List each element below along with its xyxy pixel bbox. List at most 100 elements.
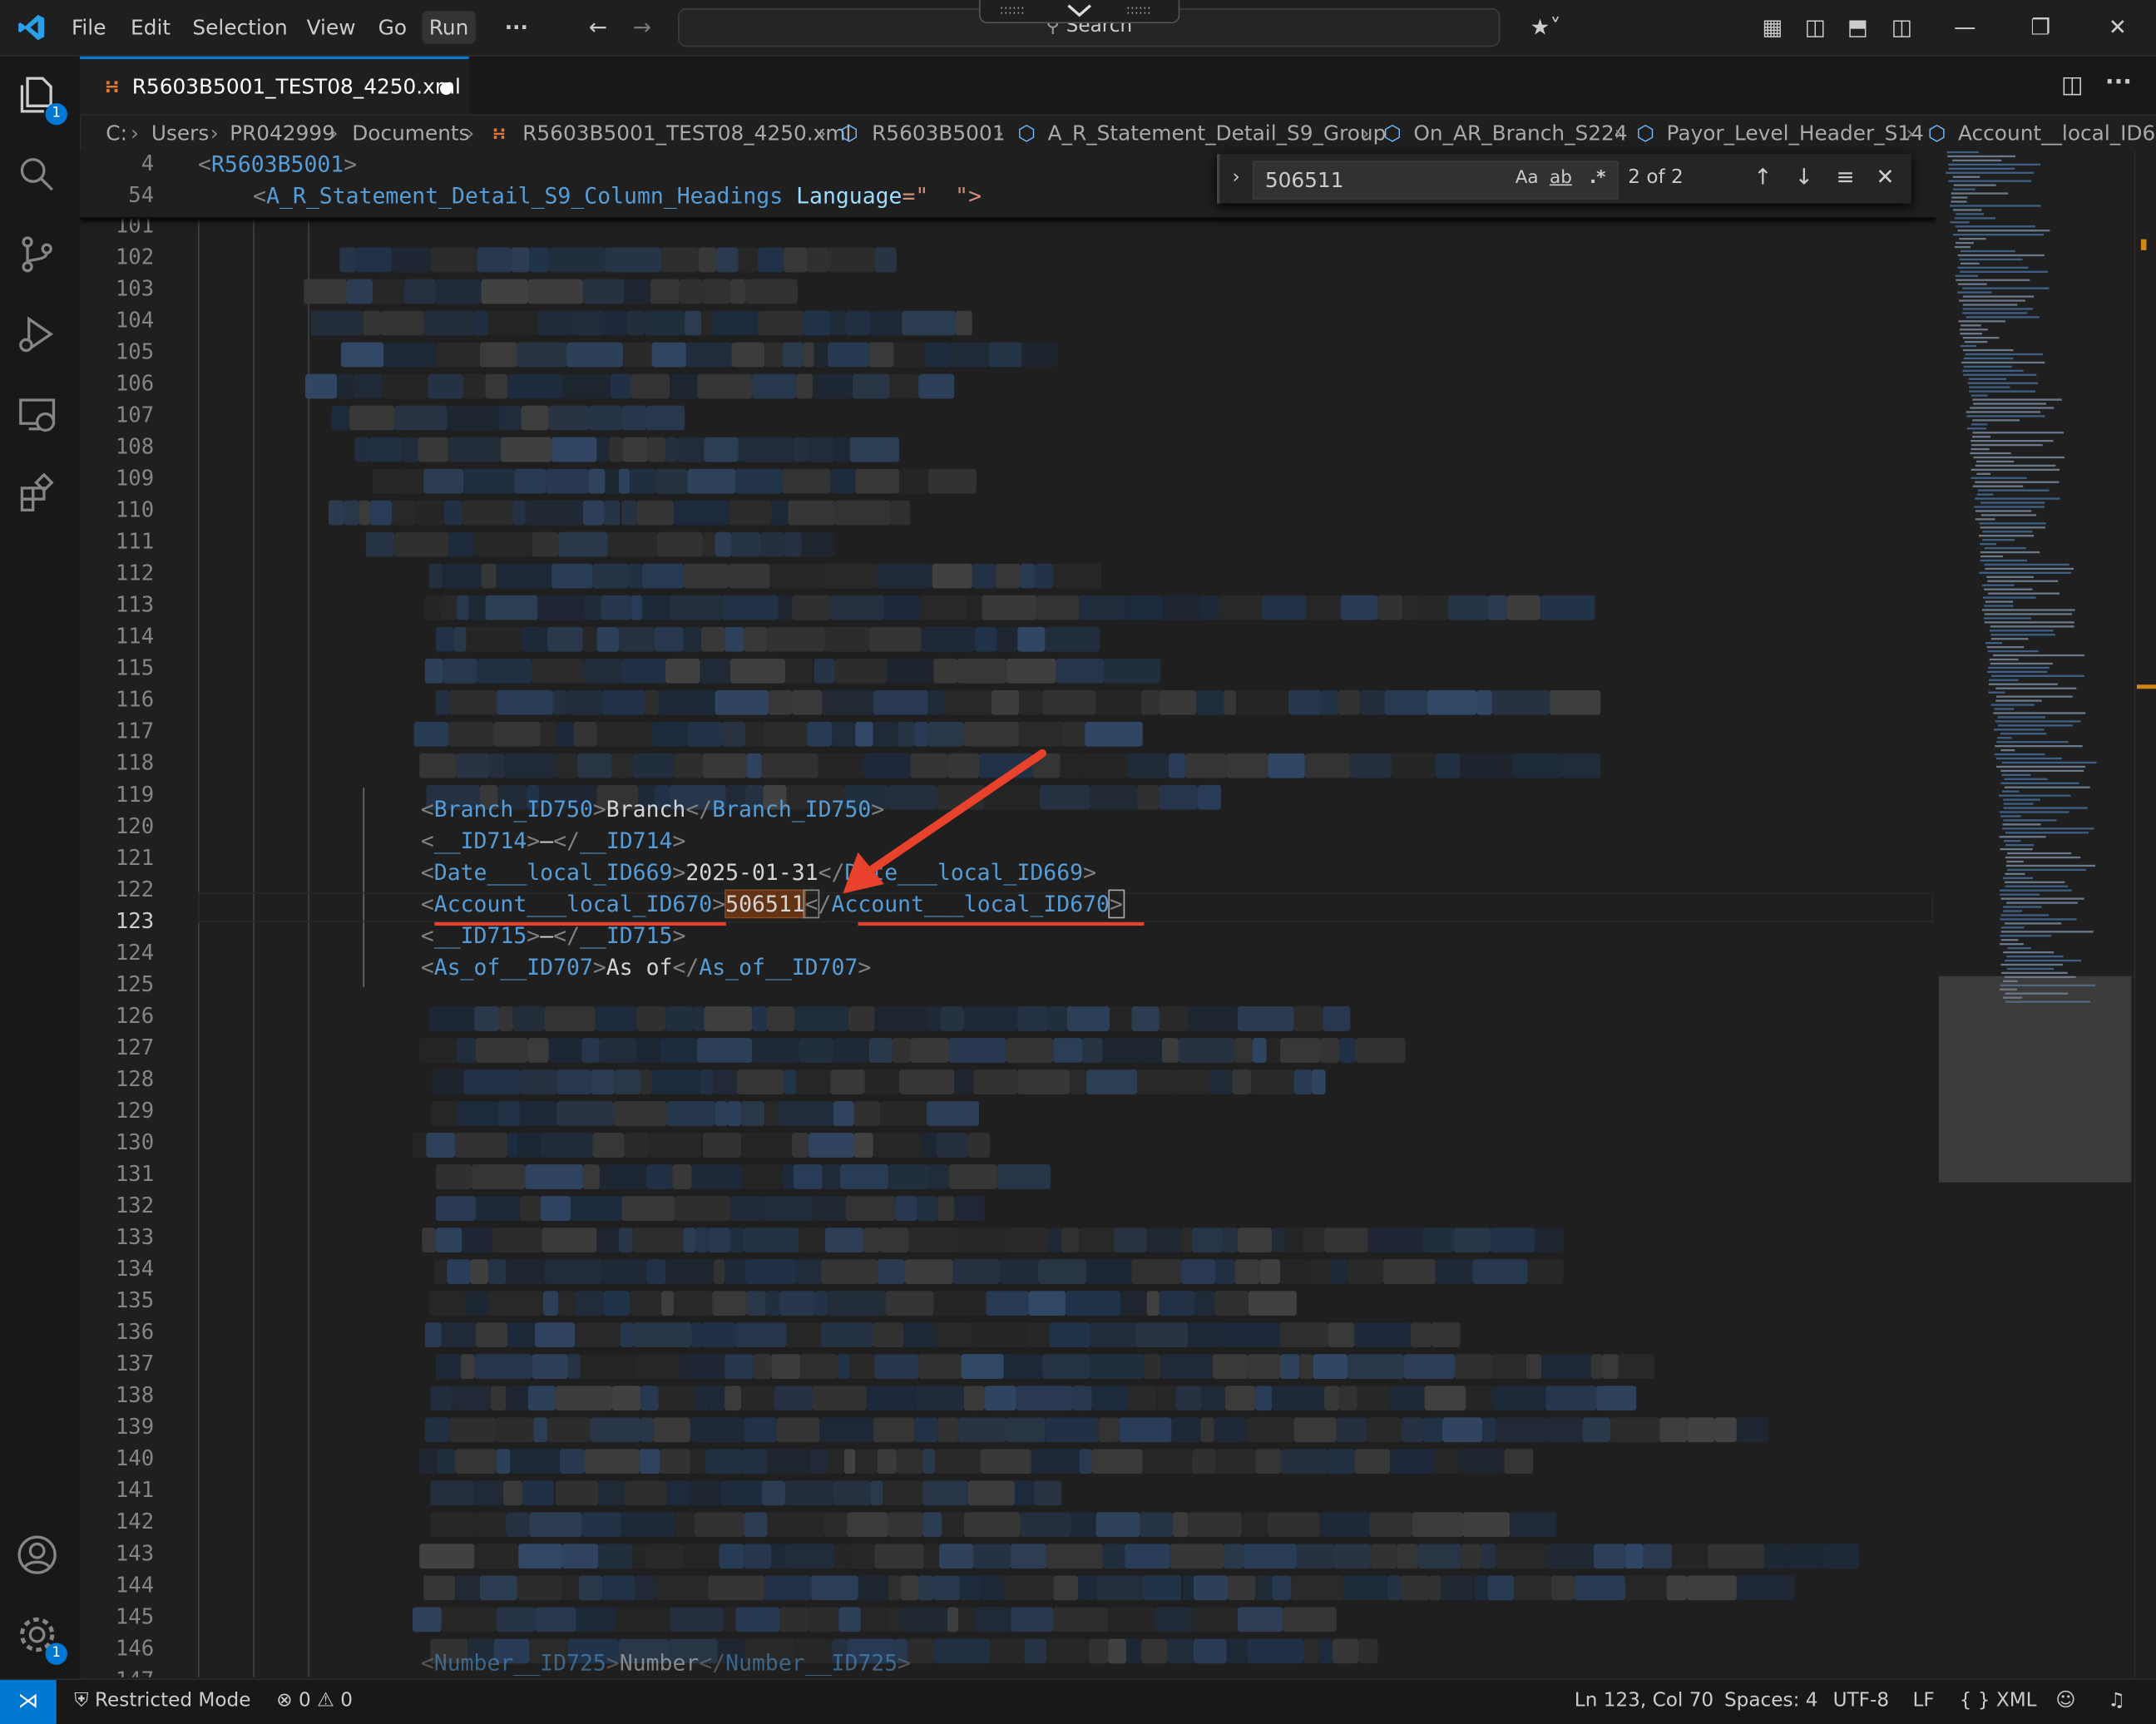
- minimap-line: [1984, 546, 2026, 550]
- minimap-line: [2000, 914, 2050, 916]
- restricted-mode-label: Restricted Mode: [94, 1689, 251, 1712]
- error-count: 0: [299, 1689, 311, 1712]
- minimap-content: [1938, 151, 2132, 1183]
- sticky-line[interactable]: <R5603B5001>: [198, 151, 357, 177]
- previous-match-arrow-up-icon[interactable]: ↑: [1748, 162, 1778, 192]
- window-drag-handle[interactable]: ::::::::::::: [979, 0, 1180, 24]
- minimap-line: [2007, 946, 2031, 950]
- breadcrumb-item[interactable]: Account__local_ID67: [1958, 121, 2156, 146]
- minimap-line: [1998, 794, 2071, 797]
- minimize-icon[interactable]: —: [1951, 14, 1979, 42]
- minimap-line: [1962, 287, 2050, 289]
- toggle-primary-sidebar-icon[interactable]: ◫: [1802, 14, 1829, 42]
- minimap-line: [1952, 175, 1980, 178]
- minimap-line: [2005, 881, 2065, 883]
- match-case-icon[interactable]: Aa: [1516, 168, 1539, 189]
- restricted-mode-item[interactable]: ⛨ Restricted Mode: [74, 1690, 250, 1712]
- minimap-line: [1952, 188, 1976, 190]
- minimap-line: [2000, 769, 2084, 773]
- minimap-line: [2007, 868, 2086, 872]
- breadcrumb-item[interactable]: R5603B5001: [872, 121, 1005, 146]
- minimap-line: [1959, 237, 1986, 240]
- minimap-line: [1964, 340, 1988, 343]
- sticky-line[interactable]: <A_R_Statement_Detail_S9_Column_Headings…: [253, 183, 982, 209]
- breadcrumb-item[interactable]: Documents: [352, 121, 469, 146]
- tab-active-file[interactable]: ∺ R5603B5001_TEST08_4250.xml: [79, 56, 469, 115]
- split-editor-icon[interactable]: ◫: [2061, 72, 2084, 99]
- cursor-position[interactable]: Ln 123, Col 70: [1575, 1690, 1713, 1712]
- minimap-line: [1975, 510, 2032, 512]
- customize-layout-icon[interactable]: ▦: [1758, 14, 1786, 42]
- minimap-line: [1952, 159, 2002, 162]
- minimap-line: [1992, 654, 2084, 657]
- extensions-icon[interactable]: [15, 472, 65, 521]
- use-regex-icon[interactable]: .*: [1590, 168, 1605, 189]
- vscode-window: File Edit Selection View Go Run ··· ← → …: [0, 0, 2156, 1724]
- minimap-line: [1984, 605, 2014, 607]
- minimap-line: [1969, 390, 2036, 393]
- minimap-viewport[interactable]: [1938, 976, 2132, 1183]
- find-in-selection-icon[interactable]: ≡: [1830, 162, 1860, 192]
- find-input[interactable]: 506511 Aa ab .*: [1252, 161, 1619, 200]
- menu-selection[interactable]: Selection: [185, 11, 294, 44]
- toggle-secondary-sidebar-icon[interactable]: ◫: [1888, 14, 1916, 42]
- unsaved-dot-icon[interactable]: [439, 82, 452, 96]
- menu-file[interactable]: File: [65, 11, 113, 44]
- end-of-line[interactable]: LF: [1912, 1690, 1934, 1712]
- breadcrumb-item[interactable]: PR042999: [230, 121, 335, 146]
- menu-edit[interactable]: Edit: [124, 11, 178, 44]
- minimap-line: [1991, 674, 2084, 677]
- minimap-line: [1975, 464, 2056, 467]
- copilot-icon[interactable]: ★˅: [1521, 14, 1570, 42]
- minimap[interactable]: [1936, 151, 2134, 1677]
- menu-run[interactable]: Run: [422, 11, 476, 44]
- next-match-arrow-down-icon[interactable]: ↓: [1789, 162, 1819, 192]
- toggle-panel-icon[interactable]: ⬒: [1844, 14, 1872, 42]
- breadcrumb-item[interactable]: On_AR_Branch_S224: [1413, 121, 1627, 146]
- close-find-icon[interactable]: ✕: [1870, 162, 1900, 192]
- menu-view[interactable]: View: [299, 11, 362, 44]
- problems-item[interactable]: ⊗ 0 ⚠ 0: [276, 1690, 353, 1712]
- breadcrumb-item[interactable]: A_R_Statement_Detail_S9_Group: [1048, 121, 1387, 146]
- back-arrow-icon[interactable]: ←: [585, 14, 612, 42]
- remote-explorer-icon[interactable]: [15, 392, 65, 442]
- minimap-line: [1946, 171, 2035, 174]
- code-editor[interactable]: 101 102 103 104 105 106 107 108 109 110 111 112 113 1…: [79, 151, 1936, 1677]
- explorer-icon[interactable]: 1: [15, 73, 68, 126]
- minimap-line: [1960, 333, 1983, 335]
- breadcrumb-item[interactable]: Payor_Level_Header_S14: [1667, 121, 1924, 146]
- minimap-line: [1962, 369, 2024, 372]
- vscode-logo-icon: [18, 14, 45, 41]
- source-control-icon[interactable]: [15, 232, 65, 282]
- settings-gear-icon[interactable]: 1: [15, 1613, 68, 1665]
- breadcrumb-item[interactable]: C:: [106, 121, 127, 146]
- menu-more[interactable]: ···: [497, 11, 535, 44]
- editor-tab-bar: ∺ R5603B5001_TEST08_4250.xml ◫ ···: [79, 56, 2156, 116]
- language-mode[interactable]: { } XML: [1960, 1690, 2037, 1712]
- encoding[interactable]: UTF-8: [1833, 1690, 1889, 1712]
- match-whole-word-icon[interactable]: ab: [1550, 168, 1572, 189]
- search-icon[interactable]: [15, 152, 65, 202]
- language-label: XML: [1995, 1689, 2037, 1712]
- notifications-bell-icon[interactable]: ♫: [2108, 1690, 2125, 1712]
- minimap-line: [1954, 217, 1995, 220]
- forward-arrow-icon[interactable]: →: [628, 14, 655, 42]
- run-and-debug-icon[interactable]: [15, 312, 65, 362]
- copilot-status-icon[interactable]: ☺: [2055, 1690, 2075, 1712]
- minimap-line: [1961, 361, 2045, 364]
- minimap-line: [1966, 411, 2040, 413]
- minimap-line: [1959, 299, 2025, 302]
- minimap-line: [2005, 844, 2035, 847]
- restore-icon[interactable]: ❐: [2027, 14, 2055, 42]
- indentation[interactable]: Spaces: 4: [1724, 1690, 1817, 1712]
- breadcrumb-item[interactable]: R5603B5001_TEST08_4250.xml: [522, 121, 851, 146]
- breadcrumb-item[interactable]: Users: [151, 121, 209, 146]
- close-window-icon[interactable]: ✕: [2104, 14, 2131, 42]
- toggle-replace-chevron-icon[interactable]: ›: [1221, 162, 1251, 192]
- account-icon[interactable]: [15, 1533, 65, 1583]
- remote-indicator-icon[interactable]: ⋊: [0, 1680, 57, 1724]
- more-actions-icon[interactable]: ···: [2105, 69, 2132, 96]
- menu-go[interactable]: Go: [371, 11, 413, 44]
- minimap-line: [1982, 596, 2036, 599]
- vertical-scrollbar[interactable]: [2134, 151, 2156, 1677]
